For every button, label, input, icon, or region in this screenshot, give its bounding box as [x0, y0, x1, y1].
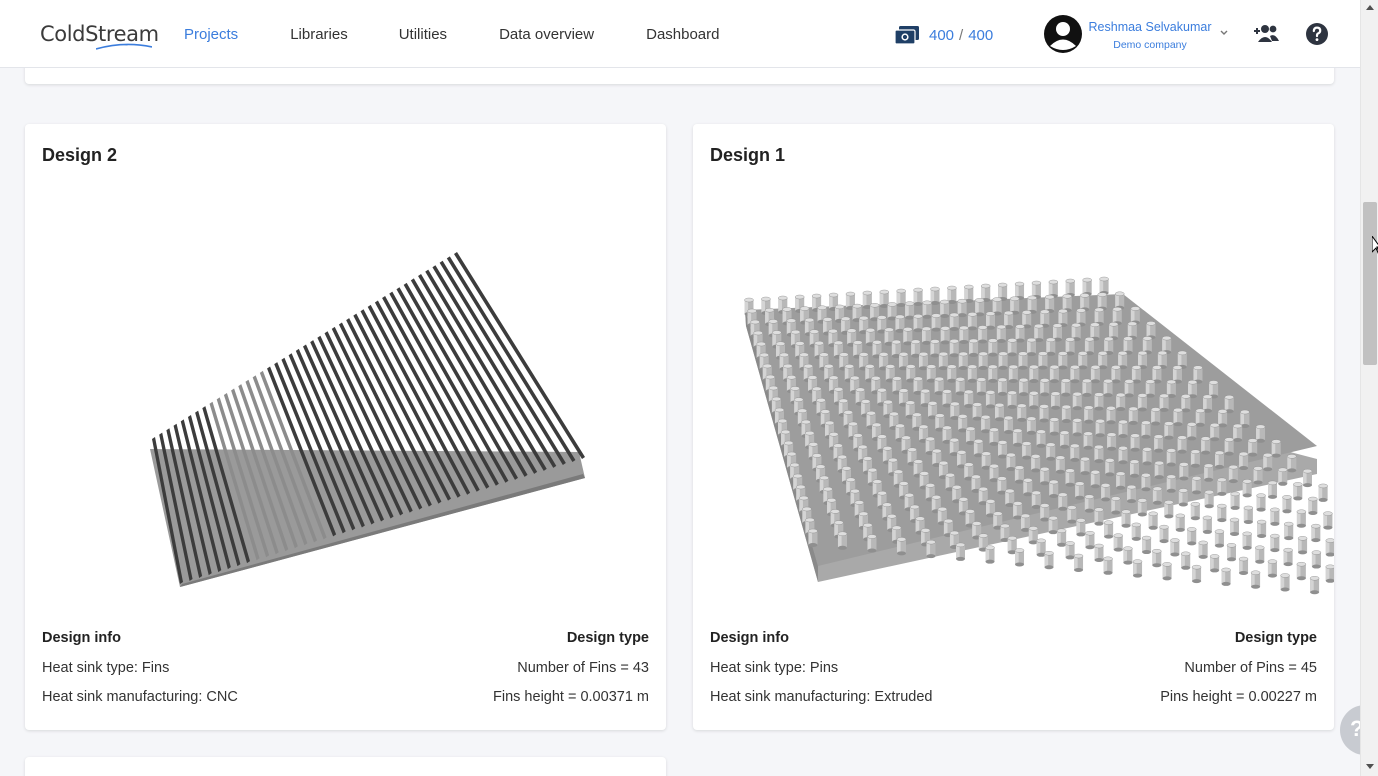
- user-name: Reshmaa Selvakumar: [1088, 20, 1212, 34]
- nav-utilities[interactable]: Utilities: [399, 26, 447, 43]
- logo-swoosh-icon: [96, 43, 152, 50]
- design-title: Design 1: [710, 145, 786, 165]
- design-type-heading: Design type: [1234, 630, 1317, 646]
- coldstream-logo[interactable]: ColdStream: [40, 22, 159, 50]
- user-menu[interactable]: Reshmaa Selvakumar Demo company: [1043, 14, 1211, 54]
- heat-sink-type: Heat sink type: Fins: [42, 660, 170, 676]
- pin-count: Number of Pins = 45: [1184, 660, 1317, 676]
- money-icon: [894, 26, 919, 45]
- scrollbar-thumb[interactable]: [1363, 202, 1377, 365]
- fin-height: Fins height = 0.00371 m: [493, 689, 649, 705]
- credits-used: 400: [929, 26, 955, 44]
- main-nav: Projects Libraries Utilities Data overvi…: [184, 26, 772, 43]
- heat-sink-type: Heat sink type: Pins: [710, 660, 839, 676]
- scroll-down-arrow-icon[interactable]: [1366, 764, 1374, 769]
- pins-heatsink-preview: [744, 276, 1334, 595]
- scroll-up-arrow-icon[interactable]: [1366, 5, 1374, 10]
- nav-projects[interactable]: Projects: [184, 26, 238, 43]
- heat-sink-manufacturing: Heat sink manufacturing: CNC: [42, 689, 238, 705]
- help-icon[interactable]: [1305, 22, 1329, 46]
- credits-separator: /: [959, 26, 964, 44]
- design-info-heading: Design info: [42, 630, 121, 646]
- nav-dashboard[interactable]: Dashboard: [646, 26, 719, 43]
- fin-count: Number of Fins = 43: [517, 660, 649, 676]
- page-scrollbar[interactable]: [1360, 0, 1378, 776]
- design-type-heading: Design type: [566, 630, 649, 646]
- user-avatar-icon: [1044, 15, 1082, 53]
- design-card-2[interactable]: Design 2 Design info Design type Heat si…: [25, 124, 666, 730]
- pin-height: Pins height = 0.00227 m: [1160, 689, 1317, 705]
- mouse-cursor-icon: [1372, 236, 1378, 254]
- nav-data-overview[interactable]: Data overview: [499, 26, 594, 43]
- design-info-heading: Design info: [710, 630, 789, 646]
- nav-libraries[interactable]: Libraries: [290, 26, 348, 43]
- fins-heatsink-preview: [150, 252, 585, 587]
- credits-total: 400: [968, 26, 994, 44]
- heat-sink-manufacturing: Heat sink manufacturing: Extruded: [710, 689, 933, 705]
- next-design-card: [25, 757, 666, 776]
- credits-counter[interactable]: 400 / 400: [894, 24, 993, 46]
- add-user-icon[interactable]: [1250, 22, 1280, 46]
- user-company: Demo company: [1113, 39, 1187, 51]
- chevron-down-icon[interactable]: [1218, 28, 1230, 38]
- design-card-1[interactable]: Design 1 Design info Design type Heat si…: [693, 124, 1334, 730]
- top-navigation-bar: ColdStream Projects Libraries Utilities …: [0, 0, 1360, 68]
- design-title: Design 2: [42, 145, 118, 165]
